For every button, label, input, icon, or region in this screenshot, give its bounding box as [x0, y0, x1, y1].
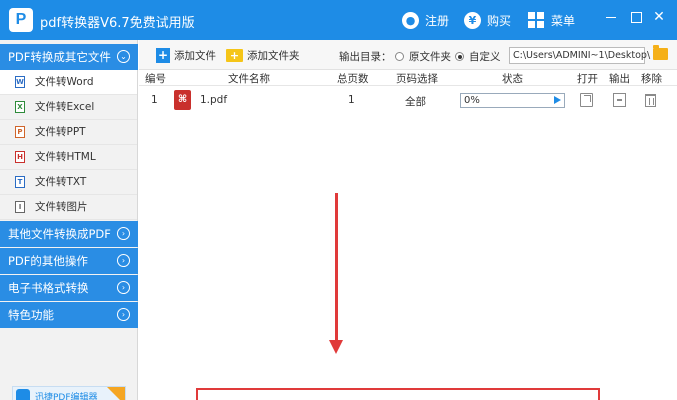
- header-status: 状态: [502, 73, 523, 85]
- buy-button[interactable]: ¥ 购买: [464, 11, 511, 29]
- corner-badge-icon: [107, 387, 125, 400]
- sidebar-category-label: PDF转换成其它文件: [8, 50, 111, 64]
- trash-icon[interactable]: [645, 94, 656, 107]
- sidebar-category-pdf-other-ops[interactable]: PDF的其他操作 ›: [0, 248, 138, 274]
- sidebar-item-label: 文件转Word: [35, 76, 94, 88]
- play-icon[interactable]: [554, 96, 561, 104]
- sidebar: PDF转换成其它文件 ⌄ W 文件转Word X 文件转Excel P 文件转P…: [0, 40, 138, 400]
- minimize-button[interactable]: [604, 10, 618, 24]
- header-filename: 文件名称: [228, 73, 270, 85]
- row-index: 1: [151, 94, 158, 106]
- sidebar-item-to-image[interactable]: I 文件转图片: [0, 195, 137, 220]
- sidebar-category-label: PDF的其他操作: [8, 254, 88, 268]
- sidebar-item-label: 文件转PPT: [35, 126, 86, 138]
- annotation-arrow-head-icon: [329, 340, 343, 354]
- sidebar-item-to-excel[interactable]: X 文件转Excel: [0, 95, 137, 120]
- txt-icon: T: [15, 176, 25, 188]
- add-file-icon: +: [156, 47, 170, 63]
- yen-icon: ¥: [464, 11, 481, 29]
- pdf-editor-icon: [16, 389, 30, 400]
- sidebar-item-label: 文件转Excel: [35, 101, 95, 113]
- close-button[interactable]: ✕: [652, 10, 666, 24]
- image-icon: I: [15, 201, 25, 213]
- annotation-arrow-shaft: [335, 193, 338, 341]
- chevron-right-icon: ›: [117, 308, 130, 321]
- add-folder-label: 添加文件夹: [247, 49, 300, 62]
- menu-button[interactable]: 菜单: [528, 11, 575, 29]
- output-dir-label: 输出目录：: [339, 51, 392, 63]
- chevron-right-icon: ›: [117, 227, 130, 240]
- excel-icon: X: [15, 101, 25, 113]
- ppt-icon: P: [15, 126, 25, 138]
- output-icon[interactable]: [613, 93, 626, 107]
- header-pages: 总页数: [337, 73, 369, 85]
- add-file-button[interactable]: + 添加文件: [156, 47, 216, 63]
- sidebar-category-pdf-to-other[interactable]: PDF转换成其它文件 ⌄: [0, 44, 138, 70]
- add-file-label: 添加文件: [174, 49, 216, 62]
- register-label: 注册: [425, 13, 450, 28]
- radio-original-label: 原文件夹: [409, 51, 451, 63]
- open-file-icon[interactable]: [580, 93, 593, 107]
- menu-label: 菜单: [551, 13, 576, 28]
- radio-custom-folder[interactable]: 自定义: [455, 49, 501, 64]
- toolbar: + 添加文件 + 添加文件夹 输出目录： 原文件夹 自定义 C:\Users\A…: [139, 40, 677, 70]
- header-open: 打开: [577, 73, 598, 85]
- row-status-progress: 0%: [460, 93, 565, 108]
- sidebar-category-ebook[interactable]: 电子书格式转换 ›: [0, 275, 138, 301]
- buy-label: 购买: [487, 13, 512, 28]
- header-remove: 移除: [641, 73, 662, 85]
- sidebar-item-label: 文件转TXT: [35, 176, 87, 188]
- chevron-right-icon: ›: [117, 254, 130, 267]
- sidebar-category-features[interactable]: 特色功能 ›: [0, 302, 138, 328]
- radio-original-folder[interactable]: 原文件夹: [395, 49, 451, 64]
- sidebar-item-to-ppt[interactable]: P 文件转PPT: [0, 120, 137, 145]
- annotation-highlight-box: [196, 388, 600, 400]
- radio-checked-icon: [455, 52, 464, 61]
- header-page-selection: 页码选择: [396, 73, 438, 85]
- sidebar-item-to-txt[interactable]: T 文件转TXT: [0, 170, 137, 195]
- word-icon: W: [15, 76, 25, 88]
- output-path-input[interactable]: C:\Users\ADMINI~1\Desktop\: [509, 47, 650, 64]
- html-icon: H: [15, 151, 25, 163]
- pdf-file-icon: ⌘: [174, 90, 191, 110]
- grid-icon: [528, 12, 544, 28]
- sidebar-item-label: 文件转图片: [35, 201, 88, 213]
- sidebar-category-label: 电子书格式转换: [8, 281, 89, 295]
- promo-text: 迅捷PDF编辑器: [35, 393, 98, 400]
- add-folder-icon: +: [226, 48, 243, 62]
- user-icon: ●: [402, 11, 419, 29]
- chevron-down-icon: ⌄: [117, 50, 130, 63]
- row-status-text: 0%: [464, 95, 480, 106]
- browse-folder-icon[interactable]: [653, 45, 668, 60]
- radio-unchecked-icon: [395, 52, 404, 61]
- app-logo-icon: P: [9, 8, 33, 32]
- sidebar-category-label: 其他文件转换成PDF: [8, 227, 111, 241]
- sidebar-category-other-to-pdf[interactable]: 其他文件转换成PDF ›: [0, 221, 138, 247]
- app-title: pdf转换器V6.7免费试用版: [40, 16, 195, 31]
- sidebar-item-label: 文件转HTML: [35, 151, 96, 163]
- header-output: 输出: [609, 73, 630, 85]
- register-button[interactable]: ● 注册: [402, 11, 449, 29]
- add-folder-button[interactable]: + 添加文件夹: [226, 47, 300, 63]
- header-index: 编号: [145, 73, 166, 85]
- promo-banner[interactable]: 迅捷PDF编辑器: [12, 386, 126, 400]
- table-row[interactable]: 1 ⌘ 1.pdf 1 全部 0%: [139, 88, 677, 114]
- sidebar-item-to-word[interactable]: W 文件转Word: [0, 70, 137, 95]
- row-filename: 1.pdf: [200, 94, 228, 106]
- radio-custom-label: 自定义: [469, 51, 501, 63]
- row-page-selection[interactable]: 全部: [405, 94, 426, 109]
- title-bar: P pdf转换器V6.7免费试用版 ● 注册 ¥ 购买 菜单 ✕: [0, 0, 677, 40]
- chevron-right-icon: ›: [117, 281, 130, 294]
- maximize-button[interactable]: [629, 10, 643, 24]
- file-table-header: 编号 文件名称 总页数 页码选择 状态 打开 输出 移除: [139, 70, 677, 86]
- sidebar-item-to-html[interactable]: H 文件转HTML: [0, 145, 137, 170]
- row-pages: 1: [348, 94, 355, 106]
- sidebar-category-label: 特色功能: [8, 308, 54, 322]
